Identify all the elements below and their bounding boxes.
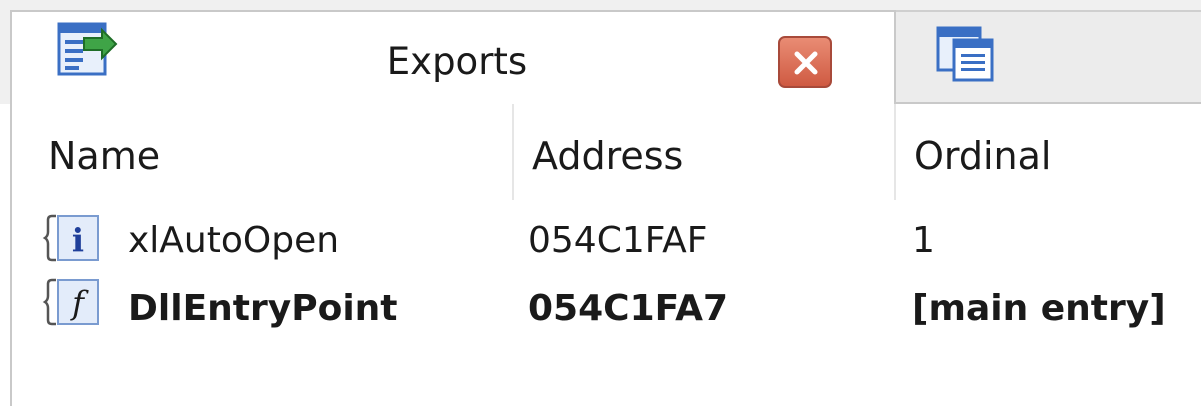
export-name: DllEntryPoint: [128, 288, 398, 329]
column-separator[interactable]: [894, 104, 896, 200]
column-separator[interactable]: [512, 104, 514, 200]
exports-list[interactable]: Name Address Ordinal i xlAutoOpen 054C1F…: [10, 104, 1201, 406]
column-header-name[interactable]: Name: [48, 104, 160, 200]
document-list-icon: [934, 24, 996, 82]
close-tab-button[interactable]: [778, 36, 832, 88]
export-name: xlAutoOpen: [128, 220, 340, 261]
tab-exports[interactable]: Exports: [10, 10, 896, 104]
exports-window: Exports Name Address Ordinal i xlAutoOpe…: [0, 0, 1201, 406]
exports-icon: [56, 20, 118, 78]
tab-secondary[interactable]: [896, 10, 1201, 104]
function-icon: f: [42, 274, 104, 330]
export-ordinal: 1: [912, 220, 935, 261]
list-rows: i xlAutoOpen 054C1FAF 1 f DllEntryPoint …: [12, 200, 1201, 352]
column-header-row: Name Address Ordinal: [12, 104, 1201, 200]
column-header-ordinal[interactable]: Ordinal: [914, 104, 1051, 200]
tab-strip: Exports: [0, 0, 1201, 104]
list-item[interactable]: f DllEntryPoint 054C1FA7 [main entry]: [12, 278, 1201, 352]
tab-exports-label: Exports: [386, 40, 528, 83]
svg-text:i: i: [72, 221, 84, 259]
column-header-address[interactable]: Address: [532, 104, 683, 200]
close-icon: [794, 51, 818, 75]
export-address: 054C1FAF: [528, 220, 708, 261]
export-ordinal: [main entry]: [912, 288, 1166, 329]
info-icon: i: [42, 210, 104, 266]
list-item[interactable]: i xlAutoOpen 054C1FAF 1: [12, 200, 1201, 282]
export-address: 054C1FA7: [528, 288, 728, 329]
